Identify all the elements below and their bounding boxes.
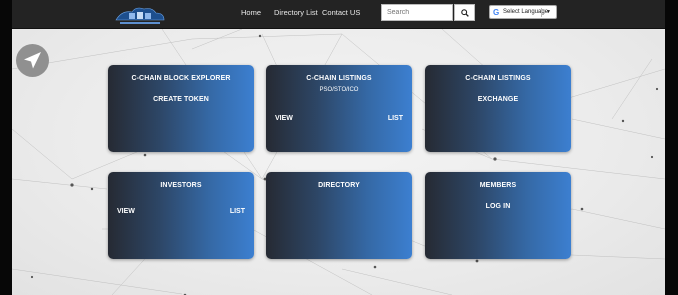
card-title: MEMBERS bbox=[479, 182, 517, 189]
card-title: C-CHAIN LISTINGS bbox=[306, 75, 372, 82]
nav-directory-list-link[interactable]: Directory List bbox=[274, 8, 318, 17]
list-link[interactable]: LIST bbox=[230, 208, 245, 215]
nav-contact-us-link[interactable]: Contact US bbox=[322, 8, 360, 17]
nav-home-link[interactable]: Home bbox=[241, 8, 261, 17]
card-listings-pso[interactable]: C-CHAIN LISTINGS PSO/STO/ICO VIEW LIST bbox=[266, 65, 412, 152]
navigation-button[interactable] bbox=[16, 44, 49, 77]
card-members[interactable]: MEMBERS LOG IN bbox=[425, 172, 571, 259]
search-group bbox=[381, 4, 475, 23]
card-title: C-CHAIN LISTINGS bbox=[465, 75, 531, 82]
list-link[interactable]: LIST bbox=[388, 115, 403, 122]
card-directory[interactable]: DIRECTORY bbox=[266, 172, 412, 259]
navigation-arrow-icon bbox=[24, 52, 41, 69]
log-in-link[interactable]: LOG IN bbox=[425, 203, 571, 210]
search-input[interactable] bbox=[381, 4, 453, 21]
main-content: C-CHAIN BLOCK EXPLORER CREATE TOKEN C-CH… bbox=[12, 29, 665, 295]
chevron-down-icon: ▼ bbox=[546, 9, 551, 15]
page-frame: Home Directory List Contact US G Select … bbox=[12, 0, 665, 295]
view-link[interactable]: VIEW bbox=[275, 115, 293, 122]
navbar: Home Directory List Contact US G Select … bbox=[12, 0, 665, 29]
exchange-link[interactable]: EXCHANGE bbox=[425, 96, 571, 103]
search-icon bbox=[460, 8, 469, 17]
card-subtitle: PSO/STO/ICO bbox=[319, 87, 359, 93]
card-title: DIRECTORY bbox=[318, 182, 360, 189]
language-selector[interactable]: G Select Language ▼ bbox=[489, 5, 557, 19]
google-icon: G bbox=[493, 8, 500, 17]
logo-icon[interactable] bbox=[114, 4, 166, 26]
card-title: INVESTORS bbox=[160, 182, 202, 189]
card-listings-exchange[interactable]: C-CHAIN LISTINGS EXCHANGE bbox=[425, 65, 571, 152]
card-title: C-CHAIN BLOCK EXPLORER bbox=[131, 75, 231, 82]
divider bbox=[541, 8, 542, 17]
card-investors[interactable]: INVESTORS VIEW LIST bbox=[108, 172, 254, 259]
create-token-link[interactable]: CREATE TOKEN bbox=[108, 96, 254, 103]
view-link[interactable]: VIEW bbox=[117, 208, 135, 215]
card-block-explorer[interactable]: C-CHAIN BLOCK EXPLORER CREATE TOKEN bbox=[108, 65, 254, 152]
search-button[interactable] bbox=[454, 4, 475, 21]
